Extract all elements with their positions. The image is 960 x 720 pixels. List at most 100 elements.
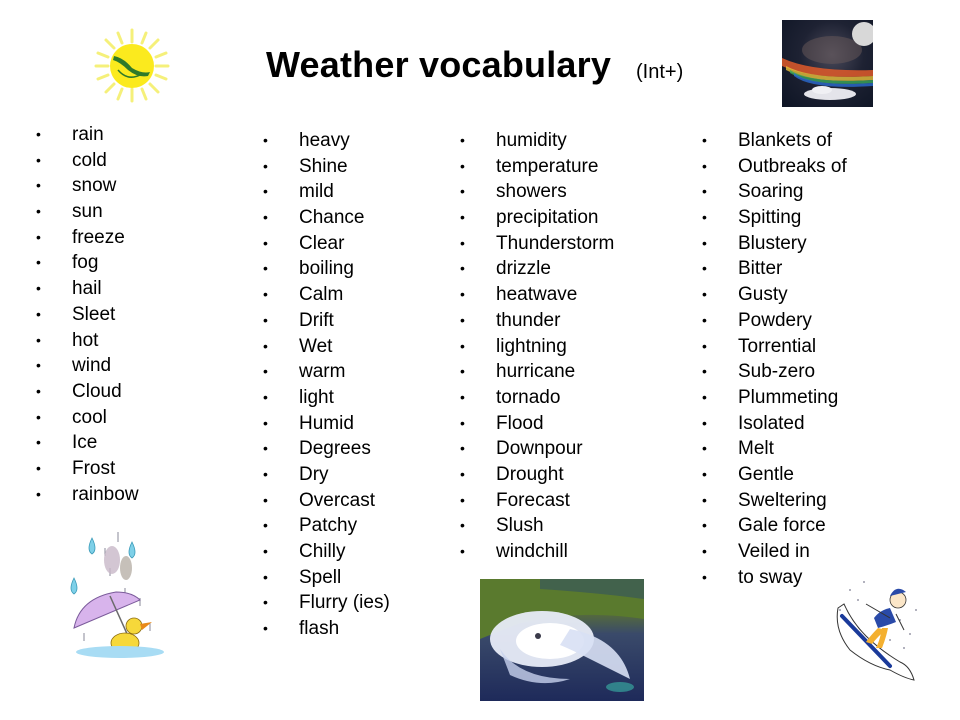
bullet-icon: • [36, 254, 41, 271]
bullet-icon: • [36, 203, 41, 220]
bullet-icon: • [36, 126, 41, 142]
vocab-word: hail [72, 278, 102, 300]
bullet-icon: • [702, 209, 707, 226]
vocab-word: Frost [72, 457, 116, 479]
vocab-word: Thunderstorm [496, 232, 615, 254]
vocab-word: rain [72, 124, 104, 145]
vocab-word: Spitting [738, 207, 802, 229]
vocab-word: Drift [299, 309, 334, 331]
hurricane-satellite-image [480, 579, 644, 701]
vocab-word: Soaring [738, 181, 804, 203]
bullet-icon: • [460, 260, 465, 277]
vocab-word: Sub-zero [738, 361, 816, 383]
vocab-word: Degrees [299, 438, 371, 460]
bullet-icon: • [263, 311, 268, 328]
vocab-word: Shine [299, 155, 348, 177]
bullet-icon: • [702, 388, 707, 405]
vocab-word: snow [72, 175, 117, 197]
bullet-icon: • [263, 388, 268, 405]
vocab-word: windchill [496, 541, 568, 562]
vocab-word: Forecast [496, 489, 570, 511]
bullet-icon: • [460, 234, 465, 251]
vocab-word: Spell [299, 566, 342, 588]
vocab-word: Isolated [738, 412, 805, 434]
bullet-icon: • [36, 434, 41, 451]
bullet-icon: • [702, 157, 707, 174]
vocab-word: Flurry (ies) [299, 592, 390, 614]
duck-umbrella-image [70, 528, 170, 663]
bullet-icon: • [702, 568, 707, 585]
fire-rainbow-image [782, 20, 873, 107]
bullet-icon: • [263, 620, 268, 637]
bullet-icon: • [36, 280, 41, 297]
bullet-icon: • [702, 517, 707, 534]
bullet-icon: • [36, 151, 41, 168]
vocab-word: Veiled in [738, 541, 810, 562]
bullet-icon: • [460, 183, 465, 200]
bullet-icon: • [263, 132, 268, 148]
bullet-icon: • [460, 209, 465, 226]
vocab-word: warm [299, 361, 346, 383]
vocab-word: hot [72, 329, 99, 351]
vocab-word: hurricane [496, 361, 576, 383]
vocab-word: fog [72, 252, 99, 274]
skier-image [830, 570, 930, 685]
vocab-word: humidity [496, 130, 567, 151]
bullet-icon: • [263, 440, 268, 457]
bullet-icon: • [263, 414, 268, 431]
vocab-word: flash [299, 618, 340, 640]
vocab-word: Chilly [299, 541, 346, 562]
vocab-word: precipitation [496, 207, 599, 229]
bullet-icon: • [702, 363, 707, 380]
bullet-icon: • [36, 177, 41, 194]
bullet-icon: • [702, 440, 707, 457]
vocab-word: boiling [299, 258, 354, 280]
vocab-word: Overcast [299, 489, 376, 511]
vocab-word: heavy [299, 130, 350, 151]
vocab-word: Slush [496, 515, 544, 537]
bullet-icon: • [263, 363, 268, 380]
vocab-word: Powdery [738, 309, 812, 331]
bullet-icon: • [460, 157, 465, 174]
vocab-word: tornado [496, 386, 561, 408]
bullet-icon: • [36, 459, 41, 476]
bullet-icon: • [702, 465, 707, 482]
bullet-icon: • [702, 543, 707, 559]
bullet-icon: • [36, 331, 41, 348]
vocab-word: Gentle [738, 463, 794, 485]
vocab-word: Blankets of [738, 130, 832, 151]
bullet-icon: • [36, 485, 41, 502]
bullet-icon: • [460, 517, 465, 534]
vocab-word: Downpour [496, 438, 583, 460]
vocab-word: mild [299, 181, 334, 203]
vocab-word: to sway [738, 566, 803, 588]
vocab-word: Flood [496, 412, 544, 434]
vocab-word: Chance [299, 207, 365, 229]
sun-sunglasses-image [92, 28, 172, 103]
vocab-word: Melt [738, 438, 774, 460]
bullet-icon: • [36, 305, 41, 322]
vocab-word: Clear [299, 232, 345, 254]
bullet-icon: • [702, 286, 707, 303]
vocab-word: heatwave [496, 284, 578, 306]
bullet-icon: • [263, 594, 268, 611]
bullet-icon: • [263, 491, 268, 508]
vocab-word: Plummeting [738, 386, 839, 408]
vocab-word: Wet [299, 335, 333, 357]
vocab-word: Outbreaks of [738, 155, 847, 177]
vocab-word: Torrential [738, 335, 817, 357]
bullet-icon: • [460, 363, 465, 380]
vocab-word: Bitter [738, 258, 783, 280]
vocab-word: Humid [299, 412, 354, 434]
bullet-icon: • [36, 357, 41, 374]
bullet-icon: • [263, 260, 268, 277]
bullet-icon: • [36, 228, 41, 245]
bullet-icon: • [460, 337, 465, 354]
bullet-icon: • [263, 183, 268, 200]
bullet-icon: • [460, 286, 465, 303]
vocab-word: Calm [299, 284, 344, 306]
vocab-word: drizzle [496, 258, 551, 280]
vocab-word: Blustery [738, 232, 807, 254]
vocab-word: cool [72, 406, 107, 428]
bullet-icon: • [460, 132, 465, 148]
